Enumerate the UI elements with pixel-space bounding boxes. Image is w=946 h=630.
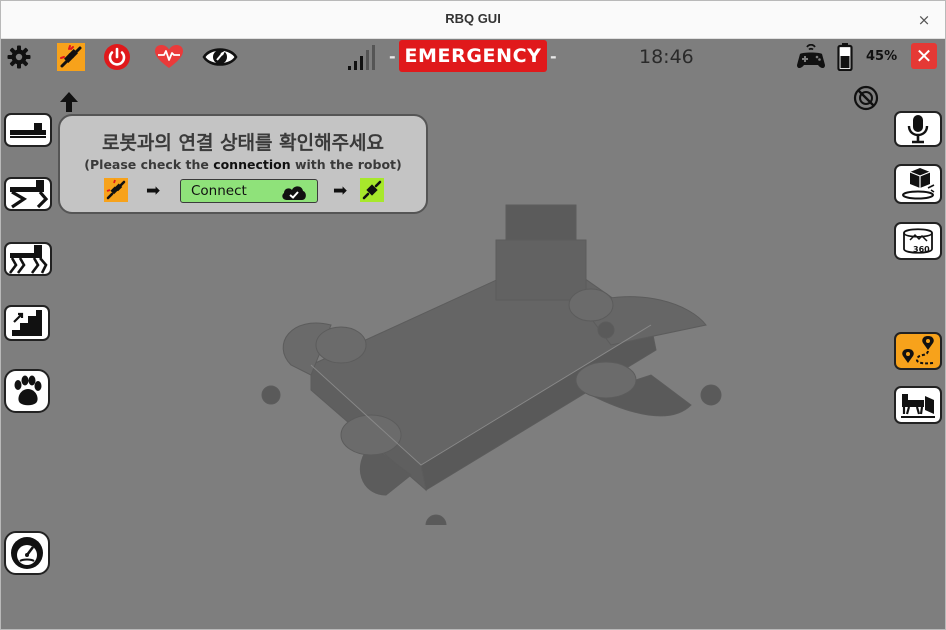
eye-icon[interactable]: [201, 42, 239, 72]
object-detect-button[interactable]: [894, 164, 942, 204]
pose-stand-button[interactable]: [4, 242, 52, 276]
title-bar: RBQ GUI ×: [1, 1, 945, 39]
robot-lying-icon: [10, 123, 46, 138]
hint-korean-text: 로봇과의 연결 상태를 확인해주세요: [101, 132, 385, 154]
docking-icon: [901, 394, 935, 418]
plug-connected-icon: [360, 178, 384, 202]
pose-sit-button[interactable]: [4, 177, 52, 211]
emergency-dash-right: -: [550, 47, 557, 66]
pose-lie-down-button[interactable]: [4, 113, 52, 147]
waypoint-path-button[interactable]: [894, 332, 942, 370]
svg-text:360: 360: [913, 245, 930, 254]
stairs-mode-button[interactable]: [4, 305, 50, 341]
hint-english-before: (Please check the: [84, 157, 214, 172]
plug-disconnected-icon[interactable]: [56, 42, 86, 72]
stairs-icon: [12, 310, 42, 336]
clock: 18:46: [639, 46, 694, 68]
flow-arrow-1: ➡: [146, 181, 161, 201]
object-detect-icon: [902, 168, 935, 200]
arrow-up-icon[interactable]: [59, 91, 79, 113]
robot-sitting-icon: [10, 180, 49, 209]
microphone-icon: [907, 115, 929, 144]
hint-english-bold: connection: [213, 157, 291, 172]
window-title: RBQ GUI: [445, 11, 501, 26]
main-stage: 로봇과의 연결 상태를 확인해주세요 (Please check the con…: [1, 75, 945, 629]
heartbeat-icon[interactable]: [154, 42, 184, 72]
signal-strength-icon: [347, 44, 377, 70]
battery-icon: [832, 42, 858, 72]
gear-icon[interactable]: [4, 42, 34, 72]
voice-button[interactable]: [894, 111, 942, 147]
hint-english-text: (Please check the connection with the ro…: [60, 157, 426, 172]
emergency-dash-left: -: [389, 47, 396, 66]
waypoint-path-icon: [902, 336, 934, 365]
flow-arrow-2: ➡: [333, 181, 348, 201]
battery-percent: 45%: [866, 49, 898, 64]
gamepad-icon[interactable]: [796, 42, 826, 72]
app-window: RBQ GUI × - EMERGENCY - 18:46 45% ✕ 로봇과의…: [0, 0, 946, 630]
plug-disconnected-icon: [104, 178, 128, 202]
camera-360-button[interactable]: 360: [894, 222, 942, 260]
top-status-bar: - EMERGENCY - 18:46 45% ✕: [1, 39, 945, 75]
connect-button[interactable]: Connect: [180, 179, 318, 203]
docking-button[interactable]: [894, 386, 942, 424]
gait-mode-button[interactable]: [4, 369, 50, 413]
connection-flow: ➡ Connect ➡: [104, 178, 384, 204]
robot-3d-view: [261, 204, 722, 525]
vision-disabled-icon[interactable]: [853, 85, 879, 111]
power-icon[interactable]: [102, 42, 132, 72]
close-app-button[interactable]: ✕: [911, 43, 937, 69]
robot-standing-icon: [8, 245, 48, 274]
connection-hint-panel: 로봇과의 연결 상태를 확인해주세요 (Please check the con…: [58, 114, 428, 214]
speed-mode-button[interactable]: [4, 531, 50, 575]
hint-english-after: with the robot): [290, 157, 402, 172]
camera-360-icon: 360: [903, 228, 933, 254]
connect-button-label: Connect: [191, 183, 247, 199]
window-close-button[interactable]: ×: [913, 9, 935, 31]
speedometer-icon: [11, 537, 43, 569]
paw-icon: [14, 375, 42, 406]
emergency-stop-button[interactable]: EMERGENCY: [399, 40, 547, 72]
cloud-connect-icon: [282, 186, 306, 200]
